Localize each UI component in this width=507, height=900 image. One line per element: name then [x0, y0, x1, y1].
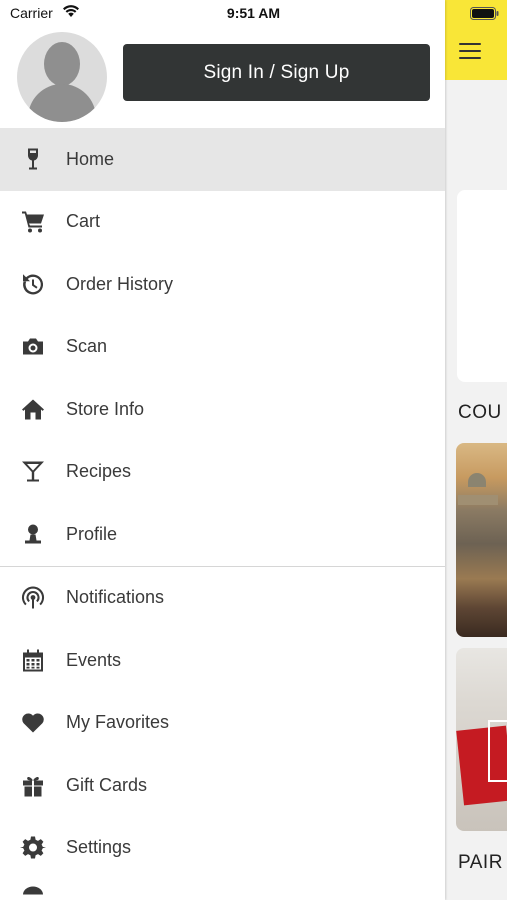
menu-label: Order History — [66, 273, 174, 294]
menu-label: Cart — [66, 211, 101, 232]
gear-icon — [19, 834, 46, 861]
heart-icon — [19, 709, 46, 736]
menu-item-order-history[interactable]: Order History — [0, 253, 445, 316]
menu-label: Profile — [66, 523, 118, 544]
menu-label: Settings — [66, 837, 132, 858]
menu-item-settings[interactable]: Settings — [0, 817, 445, 880]
menu-item-my-favorites[interactable]: My Favorites — [0, 692, 445, 755]
menu-label: Store Info — [66, 398, 145, 419]
menu-item-scan[interactable]: Scan — [0, 316, 445, 379]
section-title-countries: COU — [458, 402, 502, 423]
featured-card[interactable]: W — [457, 190, 507, 382]
menu-item-recipes[interactable]: Recipes — [0, 441, 445, 504]
menu-item-store-info[interactable]: Store Info — [0, 378, 445, 441]
status-bar: Carrier 9:51 AM — [0, 0, 507, 28]
promo-image[interactable] — [456, 648, 507, 831]
menu-item-cart[interactable]: Cart — [0, 191, 445, 254]
wine-glass-icon — [19, 146, 46, 173]
home-icon — [19, 396, 46, 423]
broadcast-icon — [19, 584, 46, 611]
menu-item-events[interactable]: Events — [0, 629, 445, 692]
calendar-icon — [19, 647, 46, 674]
clock: 9:51 AM — [226, 5, 281, 21]
menu-item-home[interactable]: Home — [0, 128, 445, 191]
menu-item-notifications[interactable]: Notifications — [0, 567, 445, 630]
person-icon — [19, 521, 46, 548]
menu-label: Gift Cards — [66, 774, 148, 795]
sign-in-button[interactable]: Sign In / Sign Up — [123, 44, 430, 101]
menu-label: Notifications — [66, 587, 165, 608]
menu-item-profile[interactable]: Profile — [0, 503, 445, 566]
history-icon — [19, 271, 46, 298]
cocktail-icon — [19, 458, 46, 485]
navigation-drawer: Sign In / Sign Up Home Cart Order Histor… — [0, 0, 445, 900]
background-app[interactable]: W COU PAIR — [445, 0, 507, 900]
cart-icon — [19, 208, 46, 235]
menu-label: Recipes — [66, 461, 132, 482]
menu-item-gift-cards[interactable]: Gift Cards — [0, 754, 445, 817]
hamburger-menu-icon[interactable] — [459, 43, 481, 59]
country-image[interactable] — [456, 443, 507, 637]
menu-item-partial[interactable] — [0, 879, 445, 900]
section-title-pairings: PAIR — [458, 852, 503, 873]
menu-label: My Favorites — [66, 712, 170, 733]
gift-icon — [19, 772, 46, 799]
menu-label: Events — [66, 649, 122, 670]
camera-icon — [19, 333, 46, 360]
battery-icon — [470, 7, 499, 20]
partial-icon — [19, 884, 46, 900]
drawer-menu: Home Cart Order History Scan Store Info … — [0, 128, 445, 900]
avatar[interactable] — [17, 32, 107, 122]
menu-label: Home — [66, 148, 115, 169]
menu-label: Scan — [66, 336, 108, 357]
